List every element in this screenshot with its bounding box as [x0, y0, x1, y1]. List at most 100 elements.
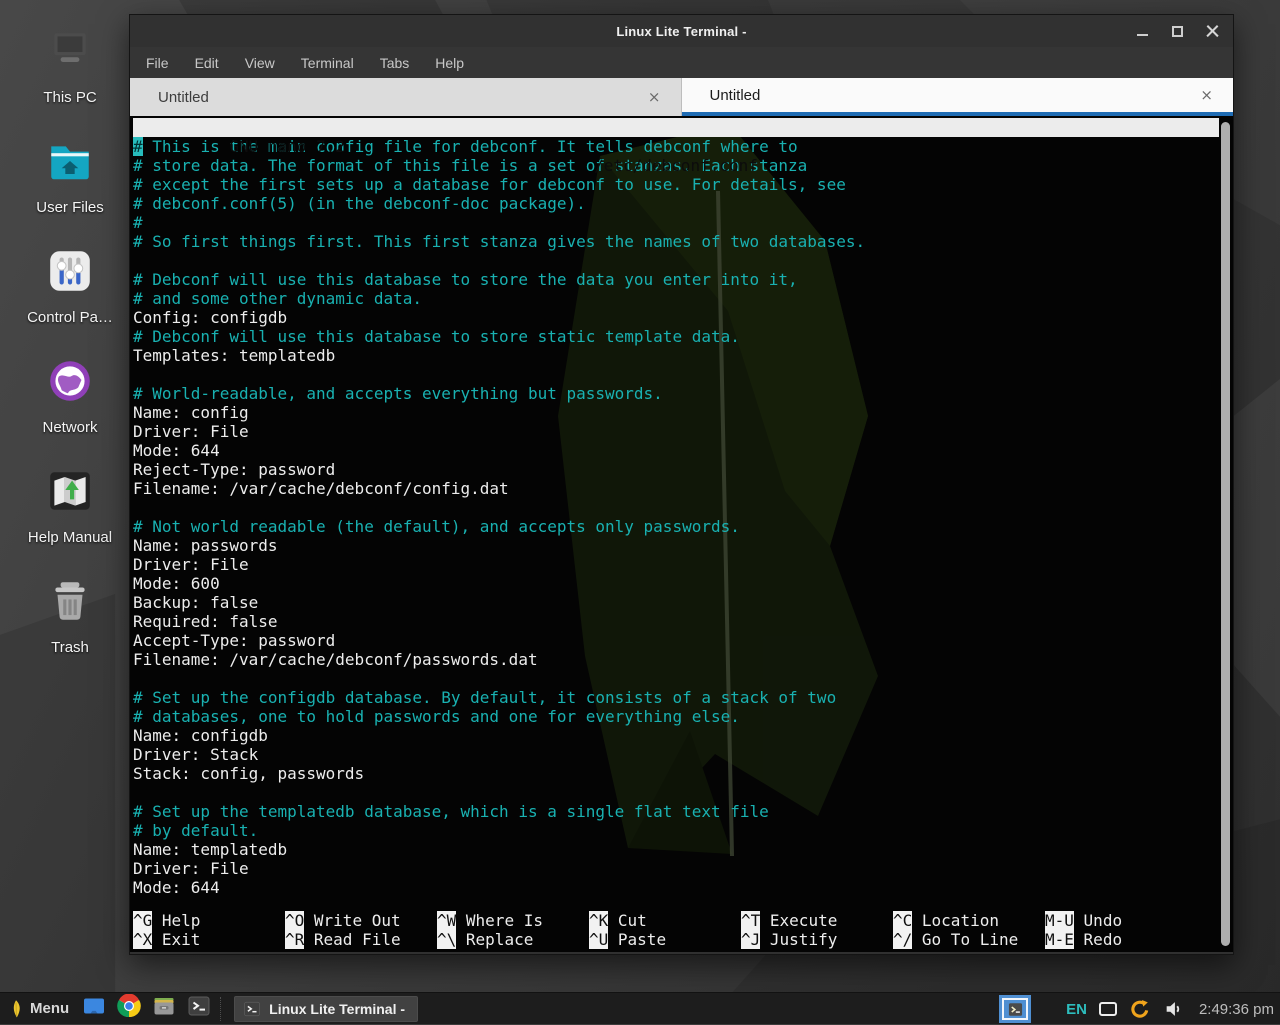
- launcher-terminal[interactable]: [186, 996, 212, 1022]
- taskbar-window-button[interactable]: Linux Lite Terminal -: [234, 996, 418, 1022]
- window-titlebar[interactable]: Linux Lite Terminal -: [130, 15, 1233, 47]
- shortcut-label: Help: [162, 911, 201, 930]
- clock[interactable]: 2:49:36 pm: [1199, 1001, 1274, 1018]
- nano-line: Backup: false: [133, 593, 1219, 612]
- nano-line: # except the first sets up a database fo…: [133, 175, 1219, 194]
- nano-line: Stack: config, passwords: [133, 764, 1219, 783]
- nano-line: Driver: File: [133, 859, 1219, 878]
- shortcut-label: Justify: [770, 930, 837, 949]
- nano-shortcut: ^X Exit: [133, 930, 285, 949]
- nano-shortcut: ^O Write Out: [285, 911, 437, 930]
- updates-icon[interactable]: [1129, 998, 1151, 1020]
- desktop-icon-help-manual[interactable]: Help Manual: [18, 454, 122, 564]
- tab-label: Untitled: [710, 87, 761, 104]
- user-files-icon: [45, 124, 95, 191]
- nano-shortcut: ^G Help: [133, 911, 285, 930]
- tab-untitled-2[interactable]: Untitled ×: [682, 78, 1234, 116]
- menu-tabs[interactable]: Tabs: [380, 55, 410, 71]
- desktop-icon-trash[interactable]: Trash: [18, 564, 122, 674]
- shortcut-label: Undo: [1084, 911, 1123, 930]
- nano-line: Mode: 600: [133, 574, 1219, 593]
- minimize-icon[interactable]: [1136, 25, 1149, 38]
- desktop-icon-network[interactable]: Network: [18, 344, 122, 454]
- shortcut-label: Go To Line: [922, 930, 1018, 949]
- nano-shortcut-bar: ^G Help^O Write Out^W Where Is^K Cut^T E…: [133, 911, 1219, 949]
- shortcut-key: ^X: [133, 930, 152, 949]
- tab-close-icon[interactable]: ×: [648, 88, 661, 106]
- shortcut-key: ^O: [285, 911, 304, 930]
- shortcut-label: Write Out: [314, 911, 401, 930]
- tab-untitled-1[interactable]: Untitled ×: [130, 78, 682, 116]
- nano-shortcut: ^T Execute: [741, 911, 893, 930]
- linux-lite-logo-icon: [8, 998, 24, 1020]
- terminal-screen[interactable]: GNU nano 7.2 /etc/debconf.conf # This is…: [130, 116, 1233, 952]
- nano-line: # by default.: [133, 821, 1219, 840]
- nano-line: Accept-Type: password: [133, 631, 1219, 650]
- shortcut-key: ^\: [437, 930, 456, 949]
- tray-active-terminal-icon[interactable]: [1002, 998, 1028, 1020]
- volume-icon[interactable]: [1163, 998, 1185, 1020]
- desktop-icon-this-pc[interactable]: This PC: [18, 14, 122, 124]
- menu-file[interactable]: File: [146, 55, 169, 71]
- nano-shortcut: ^R Read File: [285, 930, 437, 949]
- nano-shortcut: M-U Undo: [1045, 911, 1197, 930]
- desktop-icon-label: Help Manual: [28, 529, 112, 546]
- nano-line: Driver: File: [133, 422, 1219, 441]
- shortcut-key: ^/: [893, 930, 912, 949]
- launcher-area: [81, 996, 212, 1022]
- nano-shortcut: ^\ Replace: [437, 930, 589, 949]
- menu-bar: File Edit View Terminal Tabs Help: [130, 47, 1233, 78]
- shortcut-key: ^J: [741, 930, 760, 949]
- menu-help[interactable]: Help: [435, 55, 464, 71]
- maximize-icon[interactable]: [1171, 25, 1184, 38]
- nano-shortcut: ^J Justify: [741, 930, 893, 949]
- menu-edit[interactable]: Edit: [195, 55, 219, 71]
- panel-separator: [220, 997, 228, 1021]
- taskbar: Menu Linux Lite Terminal - EN 2: [0, 992, 1280, 1024]
- desktop-icon-user-files[interactable]: User Files: [18, 124, 122, 234]
- shortcut-key: ^K: [589, 911, 608, 930]
- tab-bar: Untitled × Untitled ×: [130, 78, 1233, 116]
- trash-icon: [45, 564, 95, 631]
- menu-terminal[interactable]: Terminal: [301, 55, 354, 71]
- nano-shortcut: M-E Redo: [1045, 930, 1197, 949]
- terminal-icon: [1007, 1002, 1024, 1017]
- nano-line: # Not world readable (the default), and …: [133, 517, 1219, 536]
- terminal-scrollbar[interactable]: [1221, 122, 1230, 946]
- nano-line: Filename: /var/cache/debconf/config.dat: [133, 479, 1219, 498]
- workspaces-icon: [82, 994, 106, 1023]
- launcher-chrome[interactable]: [116, 996, 142, 1022]
- nano-line: Name: templatedb: [133, 840, 1219, 859]
- desktop-icon-control-panel[interactable]: Control Pa…: [18, 234, 122, 344]
- shortcut-key: M-U: [1045, 911, 1074, 930]
- desktop-icon-label: Trash: [51, 639, 89, 656]
- clipboard-icon[interactable]: [1099, 1002, 1117, 1016]
- shortcut-key: ^T: [741, 911, 760, 930]
- nano-buffer[interactable]: # This is the main config file for debco…: [133, 137, 1219, 897]
- nano-line: #: [133, 213, 1219, 232]
- shortcut-key: ^W: [437, 911, 456, 930]
- close-icon[interactable]: [1206, 25, 1219, 38]
- start-menu-button[interactable]: Menu: [0, 993, 79, 1025]
- nano-shortcut: ^/ Go To Line: [893, 930, 1045, 949]
- desktop-icon-label: Control Pa…: [27, 309, 113, 326]
- nano-line: # Set up the configdb database. By defau…: [133, 688, 1219, 707]
- nano-line: # World-readable, and accepts everything…: [133, 384, 1219, 403]
- desktop-icon-label: Network: [42, 419, 97, 436]
- nano-line: # Set up the templatedb database, which …: [133, 802, 1219, 821]
- nano-filename: /etc/debconf.conf: [133, 156, 1219, 175]
- menu-view[interactable]: View: [245, 55, 275, 71]
- control-panel-icon: [45, 234, 95, 301]
- tab-close-icon[interactable]: ×: [1200, 86, 1213, 104]
- nano-line: [133, 783, 1219, 802]
- launcher-file-manager[interactable]: [151, 996, 177, 1022]
- system-tray: EN 2:49:36 pm: [1002, 993, 1274, 1025]
- keyboard-layout-indicator[interactable]: EN: [1066, 1001, 1087, 1018]
- shortcut-label: Read File: [314, 930, 401, 949]
- launcher-workspaces[interactable]: [81, 996, 107, 1022]
- shortcut-label: Execute: [770, 911, 837, 930]
- nano-line: # and some other dynamic data.: [133, 289, 1219, 308]
- nano-shortcut: ^W Where Is: [437, 911, 589, 930]
- desktop-icon-label: User Files: [36, 199, 104, 216]
- network-icon: [45, 344, 95, 411]
